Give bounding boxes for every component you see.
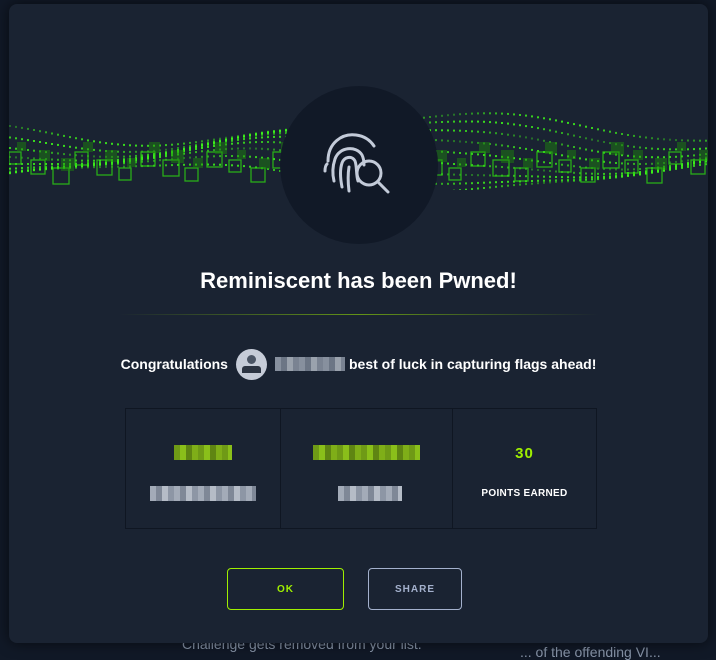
- stats-panel: 30 POINTS EARNED: [125, 408, 597, 529]
- ok-button[interactable]: OK: [227, 568, 344, 610]
- background-text-right: ... of the offending VI...: [520, 644, 661, 660]
- stat-value-redacted: [313, 445, 420, 460]
- points-value: 30: [453, 445, 596, 462]
- share-button[interactable]: SHARE: [368, 568, 462, 610]
- stat-cell-2: [281, 409, 453, 528]
- modal-title: Reminiscent has been Pwned!: [9, 268, 708, 294]
- stat-label-redacted: [338, 486, 402, 501]
- stat-value-redacted: [174, 445, 232, 460]
- stat-points-earned: 30 POINTS EARNED: [453, 409, 596, 528]
- fingerprint-search-icon: [322, 131, 394, 199]
- points-label: POINTS EARNED: [453, 488, 596, 499]
- pwned-modal: Reminiscent has been Pwned! Congratulati…: [9, 4, 708, 643]
- title-divider: [119, 314, 599, 315]
- congrats-message: Congratulations best of luck in capturin…: [9, 348, 708, 380]
- congrats-prefix: Congratulations: [121, 356, 228, 372]
- username-redacted: [275, 357, 345, 371]
- stat-label-redacted: [150, 486, 256, 501]
- congrats-suffix: best of luck in capturing flags ahead!: [349, 356, 596, 372]
- emblem-circle: [280, 86, 438, 244]
- avatar: [236, 349, 267, 380]
- stat-cell-1: [126, 409, 281, 528]
